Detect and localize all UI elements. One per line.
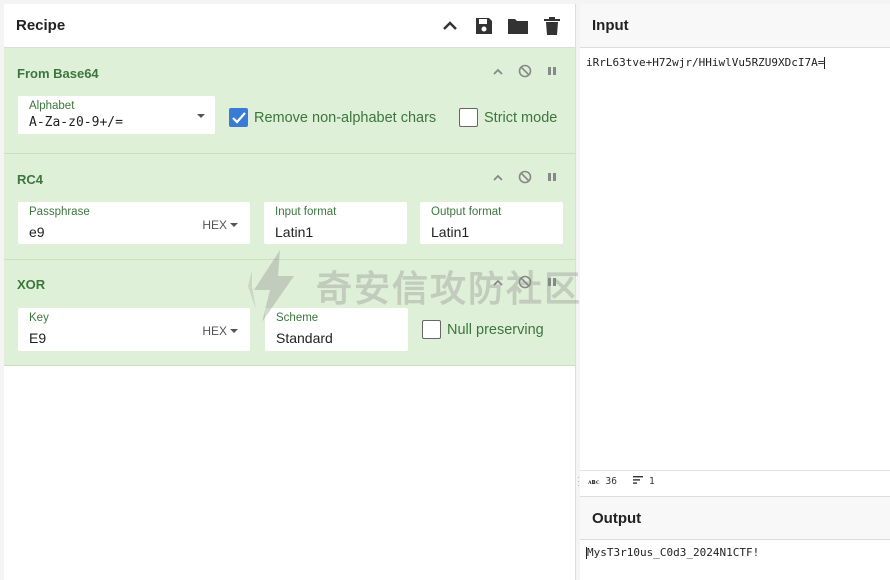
remove-non-alphabet-checkbox[interactable]: Remove non-alphabet chars — [229, 108, 436, 127]
disable-icon[interactable] — [518, 275, 532, 289]
passphrase-value: e9 — [29, 224, 45, 240]
chevron-up-icon[interactable] — [491, 275, 505, 289]
alphabet-label: Alphabet — [29, 100, 75, 112]
chevron-up-icon[interactable] — [491, 64, 505, 78]
caret-down-icon — [230, 223, 238, 227]
alphabet-select[interactable]: Alphabet A-Za-z0-9+/= — [18, 96, 215, 134]
disable-icon[interactable] — [518, 64, 532, 78]
remove-non-alphabet-label: Remove non-alphabet chars — [254, 109, 437, 126]
scheme-select[interactable]: Scheme Standard — [265, 308, 408, 351]
strict-mode-label: Strict mode — [484, 109, 558, 126]
caret-down-icon — [197, 114, 205, 118]
chevron-up-icon[interactable] — [439, 15, 461, 37]
input-format-value: Latin1 — [275, 224, 314, 240]
input-lines: 1 — [648, 476, 655, 487]
null-preserving-label: Null preserving — [447, 321, 544, 338]
pause-icon[interactable] — [545, 170, 559, 184]
input-length: 36 — [605, 476, 617, 487]
recipe-header: Recipe — [4, 4, 575, 48]
key-format-value: HEX — [202, 324, 227, 338]
scheme-label: Scheme — [276, 312, 319, 324]
recipe-title: Recipe — [16, 17, 66, 34]
output-format-value: Latin1 — [431, 224, 470, 240]
operation-title: RC4 — [17, 172, 44, 187]
input-textarea[interactable]: iRrL63tve+H72wjr/HHiwlVu5RZU9XDcI7A= — [586, 56, 826, 69]
output-format-label: Output format — [431, 206, 502, 218]
pause-icon[interactable] — [545, 275, 559, 289]
key-format-dropdown[interactable]: HEX — [202, 324, 238, 338]
checkbox-unchecked-icon[interactable] — [422, 320, 441, 339]
recipe-panel: Recipe From Base64 Alphabet A-Za-z0-9+/=… — [4, 4, 576, 580]
input-stats-bar: ᴀʙᴄ 36 1 — [580, 470, 890, 492]
operation-title: XOR — [17, 277, 46, 292]
output-textarea[interactable]: MysT3r10us_C0d3_2024N1CTF! — [586, 546, 759, 559]
strict-mode-checkbox[interactable]: Strict mode — [459, 108, 557, 127]
input-title: Input — [580, 4, 890, 48]
null-preserving-checkbox[interactable]: Null preserving — [422, 320, 544, 339]
passphrase-field[interactable]: Passphrase e9 HEX — [18, 202, 250, 244]
io-panel: Input iRrL63tve+H72wjr/HHiwlVu5RZU9XDcI7… — [580, 4, 890, 580]
output-text: MysT3r10us_C0d3_2024N1CTF! — [587, 546, 760, 559]
save-icon[interactable] — [473, 15, 495, 37]
key-field[interactable]: Key E9 HEX — [18, 308, 250, 351]
alphabet-value: A-Za-z0-9+/= — [29, 115, 123, 130]
output-format-select[interactable]: Output format Latin1 — [420, 202, 563, 244]
operation-xor[interactable]: XOR Key E9 HEX Scheme Standard Null pres… — [4, 260, 575, 366]
operation-from-base64[interactable]: From Base64 Alphabet A-Za-z0-9+/= Remove… — [4, 48, 575, 154]
checkbox-unchecked-icon[interactable] — [459, 108, 478, 127]
input-text: iRrL63tve+H72wjr/HHiwlVu5RZU9XDcI7A= — [586, 56, 825, 69]
chevron-up-icon[interactable] — [491, 170, 505, 184]
cyberchef-app: Recipe From Base64 Alphabet A-Za-z0-9+/=… — [0, 0, 890, 580]
operation-rc4[interactable]: RC4 Passphrase e9 HEX Input format Latin… — [4, 154, 575, 260]
scheme-value: Standard — [276, 330, 333, 346]
checkbox-checked-icon[interactable] — [229, 108, 248, 127]
passphrase-label: Passphrase — [29, 206, 90, 218]
input-format-select[interactable]: Input format Latin1 — [264, 202, 407, 244]
input-format-label: Input format — [275, 206, 337, 218]
output-title: Output — [580, 496, 890, 540]
caret-down-icon — [230, 329, 238, 333]
passphrase-format-value: HEX — [202, 218, 227, 232]
trash-icon[interactable] — [541, 15, 563, 37]
operation-title: From Base64 — [17, 66, 99, 81]
folder-icon[interactable] — [507, 15, 529, 37]
length-icon: ᴀʙᴄ — [588, 477, 600, 486]
key-value: E9 — [29, 330, 47, 346]
key-label: Key — [29, 312, 49, 324]
disable-icon[interactable] — [518, 170, 532, 184]
passphrase-format-dropdown[interactable]: HEX — [202, 218, 238, 232]
pause-icon[interactable] — [545, 64, 559, 78]
lines-icon — [632, 476, 643, 487]
text-cursor — [824, 57, 826, 69]
